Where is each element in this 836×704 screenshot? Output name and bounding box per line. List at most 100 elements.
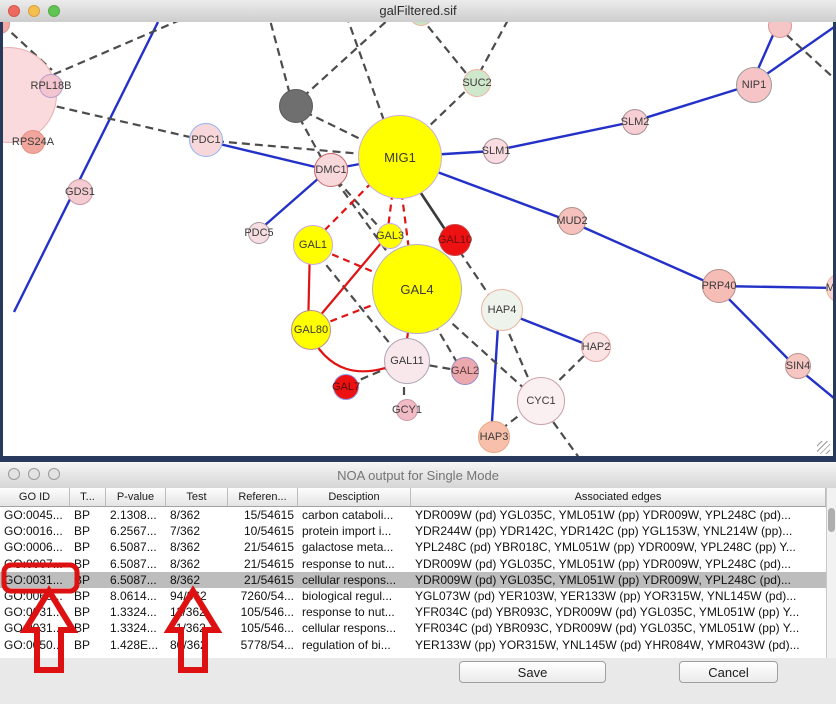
- node-NIP1[interactable]: NIP1: [736, 67, 772, 103]
- table-cell: protein import i...: [298, 523, 411, 539]
- node-SUC2[interactable]: SUC2: [463, 69, 491, 97]
- table-row[interactable]: GO:0016...BP6.2567...7/36210/54615protei…: [0, 523, 826, 539]
- table-row[interactable]: GO:0050...BP1.428E...80/3625778/54...reg…: [0, 637, 826, 653]
- node-label: SLM2: [621, 116, 650, 128]
- column-header-4[interactable]: Referen...: [228, 488, 298, 506]
- node-GAL4[interactable]: GAL4: [372, 244, 462, 334]
- table-row[interactable]: GO:0065...BP8.0614...94/3627260/54...bio…: [0, 588, 826, 604]
- node-PDC5[interactable]: PDC5: [248, 222, 270, 244]
- table-cell: 8.0614...: [106, 588, 166, 604]
- network-edges: [0, 22, 836, 456]
- table-row[interactable]: GO:0007...BP6.5087...8/36221/54615respon…: [0, 556, 826, 572]
- column-header-2[interactable]: P-value: [106, 488, 166, 506]
- column-header-6[interactable]: Associated edges: [411, 488, 826, 506]
- node-GAL10[interactable]: GAL10: [439, 224, 471, 256]
- node-GAL2[interactable]: GAL2: [451, 357, 479, 385]
- network-canvas[interactable]: RPL18B RPS24A GDS1 PDC1 DMC1 MIG1 SUC2 NIP1 SLM2…: [0, 22, 836, 462]
- table-cell: BP: [70, 507, 106, 523]
- node-GAL1[interactable]: GAL1: [293, 225, 333, 265]
- column-header-1[interactable]: T...: [70, 488, 106, 506]
- node-RPL18B[interactable]: RPL18B: [39, 74, 63, 98]
- table-cell: 1.428E...: [106, 637, 166, 653]
- table-cell: 105/546...: [228, 620, 298, 636]
- vertical-scrollbar[interactable]: [826, 488, 836, 658]
- node-GAL3[interactable]: GAL3: [377, 223, 403, 249]
- node-label: HAP3: [480, 431, 509, 443]
- table-cell: YFR034C (pd) YBR093C, YDR009W (pd) YGL03…: [411, 604, 826, 620]
- node-HAP4[interactable]: HAP4: [481, 289, 523, 331]
- node-SIN4[interactable]: SIN4: [785, 353, 811, 379]
- table-cell: 7/362: [166, 523, 228, 539]
- table-cell: 8/362: [166, 572, 228, 588]
- table-cell: 2.1308...: [106, 507, 166, 523]
- table-cell: GO:0007...: [0, 556, 70, 572]
- table-cell: YGL073W (pd) YER103W, YER133W (pp) YOR31…: [411, 588, 826, 604]
- table-cell: BP: [70, 637, 106, 653]
- noa-titlebar: NOA output for Single Mode: [0, 462, 836, 489]
- node-GCY1[interactable]: GCY1: [396, 399, 418, 421]
- table-cell: galactose meta...: [298, 539, 411, 555]
- table-row[interactable]: GO:0006...BP6.5087...8/36221/54615galact…: [0, 539, 826, 555]
- node-label: GAL10: [438, 234, 472, 246]
- network-titlebar: galFiltered.sif: [0, 0, 836, 23]
- table-cell: carbon cataboli...: [298, 507, 411, 523]
- table-cell: 8/362: [166, 556, 228, 572]
- table-cell: 94/362: [166, 588, 228, 604]
- table-header: GO IDT...P-valueTestReferen...Desciption…: [0, 488, 826, 507]
- table-row[interactable]: GO:0045...BP2.1308...8/36215/54615carbon…: [0, 507, 826, 523]
- table-row[interactable]: GO:0031...BP6.5087...8/36221/54615cellul…: [0, 572, 826, 588]
- node-label: GAL80: [294, 324, 328, 336]
- node-PRP40[interactable]: PRP40: [702, 269, 736, 303]
- node-graynode[interactable]: [279, 89, 313, 123]
- table-row[interactable]: GO:0031...BP1.3324...11/362105/546...res…: [0, 604, 826, 620]
- node-CYC1[interactable]: CYC1: [517, 377, 565, 425]
- column-header-5[interactable]: Desciption: [298, 488, 411, 506]
- table-cell: cellular respons...: [298, 620, 411, 636]
- node-GAL7[interactable]: GAL7: [333, 374, 359, 400]
- noa-window-title: NOA output for Single Mode: [0, 468, 836, 483]
- node-SLM1[interactable]: SLM1: [483, 138, 509, 164]
- column-header-3[interactable]: Test: [166, 488, 228, 506]
- table-cell: YDR009W (pd) YGL035C, YML051W (pp) YDR00…: [411, 507, 826, 523]
- table-cell: 1.3324...: [106, 604, 166, 620]
- save-button[interactable]: Save: [459, 661, 606, 683]
- scrollbar-thumb[interactable]: [828, 508, 835, 532]
- node-SLM2[interactable]: SLM2: [622, 109, 648, 135]
- node-label: DMC1: [315, 164, 346, 176]
- table-cell: 6.5087...: [106, 572, 166, 588]
- node-label: HAP4: [488, 304, 517, 316]
- node-label: GAL4: [400, 282, 433, 297]
- table-cell: GO:0031...: [0, 620, 70, 636]
- network-window-title: galFiltered.sif: [0, 3, 836, 18]
- node-label: CYC1: [526, 395, 555, 407]
- node-RPS24A[interactable]: RPS24A: [21, 130, 45, 154]
- node-MIG1[interactable]: MIG1: [358, 115, 442, 199]
- table-cell: response to nut...: [298, 604, 411, 620]
- node-label: MIG1: [384, 150, 416, 165]
- node-label: SLM1: [482, 145, 511, 157]
- node-HAP3[interactable]: HAP3: [478, 421, 510, 453]
- table-cell: 105/546...: [228, 604, 298, 620]
- table-cell: 5778/54...: [228, 637, 298, 653]
- node-GDS1[interactable]: GDS1: [67, 179, 93, 205]
- cancel-button[interactable]: Cancel: [679, 661, 778, 683]
- node-PDC1[interactable]: PDC1: [189, 123, 223, 157]
- table-cell: GO:0006...: [0, 539, 70, 555]
- table-cell: 8/362: [166, 539, 228, 555]
- table-cell: GO:0031...: [0, 572, 70, 588]
- network-window: galFiltered.sif RPL18B RPS24A GDS1 PDC1 DMC1…: [0, 0, 836, 462]
- node-GAL11[interactable]: GAL11: [384, 338, 430, 384]
- table-row[interactable]: GO:0031...BP1.3324...11/362105/546...cel…: [0, 620, 826, 636]
- table-cell: 11/362: [166, 604, 228, 620]
- node-GAL80[interactable]: GAL80: [291, 310, 331, 350]
- node-label: NIP1: [742, 79, 766, 91]
- node-DMC1[interactable]: DMC1: [314, 153, 348, 187]
- noa-output-window: NOA output for Single Mode GO IDT...P-va…: [0, 462, 836, 704]
- resize-grip[interactable]: [817, 441, 830, 454]
- table-cell: 80/362: [166, 637, 228, 653]
- table-cell: GO:0045...: [0, 507, 70, 523]
- node-HAP2[interactable]: HAP2: [581, 332, 611, 362]
- column-header-0[interactable]: GO ID: [0, 488, 70, 506]
- node-label: PDC1: [191, 134, 220, 146]
- node-MUD2[interactable]: MUD2: [558, 207, 586, 235]
